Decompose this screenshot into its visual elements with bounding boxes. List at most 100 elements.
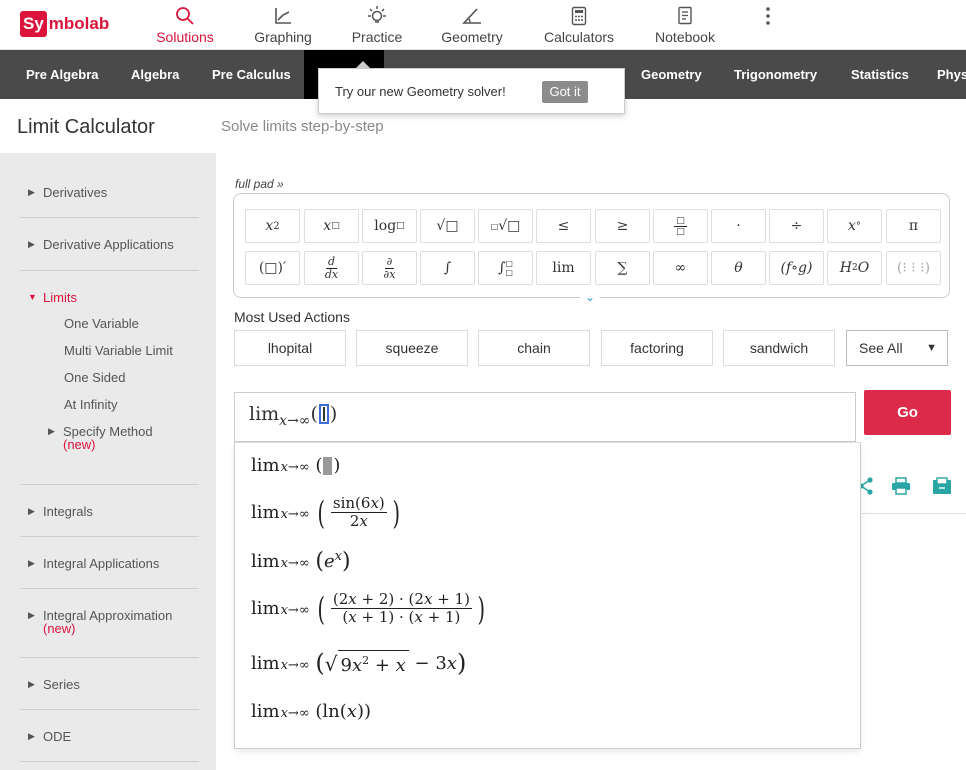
graph-icon: [248, 4, 318, 28]
sidebar-item-series[interactable]: ▶ Series: [28, 677, 80, 692]
caret-down-icon: ▼: [28, 292, 37, 302]
sidebar-subitem-multi-variable[interactable]: Multi Variable Limit: [64, 343, 173, 358]
new-badge: (new): [63, 437, 96, 452]
sidebar-item-integral-approximation[interactable]: ▶ Integral Approximation (new): [28, 608, 172, 636]
sidebar-item-limits[interactable]: ▼ Limits: [28, 290, 77, 305]
subject-statistics[interactable]: Statistics: [851, 50, 909, 99]
caret-right-icon: ▶: [28, 731, 35, 741]
sidebar-item-integrals[interactable]: ▶ Integrals: [28, 504, 93, 519]
nav-geometry[interactable]: Geometry: [436, 4, 508, 45]
sidebar-item-label: Derivatives: [43, 185, 108, 200]
sidebar-divider: [20, 761, 199, 762]
action-lhopital[interactable]: lhopital: [234, 330, 346, 366]
key-definite-integral[interactable]: ∫ □ □: [478, 251, 533, 285]
caret-right-icon: ▶: [48, 426, 55, 436]
chevron-down-icon[interactable]: ⌄: [580, 290, 600, 306]
nav-notebook[interactable]: Notebook: [648, 4, 722, 45]
key-partial[interactable]: ∂ ∂x: [362, 251, 417, 285]
sidebar-divider: [20, 217, 199, 218]
key-lim[interactable]: lim: [536, 251, 591, 285]
key-theta[interactable]: θ: [711, 251, 766, 285]
caret-right-icon: ▶: [28, 610, 35, 620]
nav-graphing[interactable]: Graphing: [248, 4, 318, 45]
full-pad-link[interactable]: full pad »: [235, 177, 284, 191]
suggestion-item[interactable]: lim x→∞ ((2x + 2) · (2x + 1) (x + 1) · (x …: [251, 591, 487, 626]
page-subtitle: Solve limits step-by-step: [221, 118, 384, 135]
action-factoring[interactable]: factoring: [601, 330, 713, 366]
suggestion-item[interactable]: lim x→∞ (√ 9x2 + x − 3 x): [251, 649, 466, 677]
subject-algebra[interactable]: Algebra: [131, 50, 179, 99]
nav-practice[interactable]: Practice: [342, 4, 412, 45]
subject-geometry[interactable]: Geometry: [641, 50, 702, 99]
sidebar-subitem-specify-method[interactable]: ▶ Specify Method (new): [48, 424, 153, 452]
key-power[interactable]: x □: [304, 209, 359, 243]
key-log[interactable]: log □: [362, 209, 417, 243]
caret-right-icon: ▶: [28, 506, 35, 516]
angle-icon: [436, 4, 508, 28]
search-icon: [150, 4, 220, 28]
key-nthroot[interactable]: □ √□: [478, 209, 533, 243]
notebook-icon: [648, 4, 722, 28]
key-integral[interactable]: ∫: [420, 251, 475, 285]
key-pi[interactable]: π: [886, 209, 941, 243]
action-sandwich[interactable]: sandwich: [723, 330, 835, 366]
subject-physics[interactable]: Phys: [937, 50, 966, 99]
key-fraction[interactable]: □ □: [653, 209, 708, 243]
sidebar-item-label: Integrals: [43, 504, 93, 519]
key-divide[interactable]: ÷: [769, 209, 824, 243]
see-all-label: See All: [859, 340, 903, 356]
key-compose[interactable]: (f∘g): [769, 251, 824, 285]
key-derivative[interactable]: d dx: [304, 251, 359, 285]
key-prime[interactable]: (□)′: [245, 251, 300, 285]
subject-trigonometry[interactable]: Trigonometry: [734, 50, 817, 99]
most-used-actions-label: Most Used Actions: [234, 309, 350, 325]
nav-calculators[interactable]: Calculators: [538, 4, 620, 45]
see-all-dropdown[interactable]: See All ▼: [846, 330, 948, 366]
sidebar-subitem-one-sided[interactable]: One Sided: [64, 370, 125, 385]
sidebar-subitem-at-infinity[interactable]: At Infinity: [64, 397, 117, 412]
sidebar-subitem-one-variable[interactable]: One Variable: [64, 316, 139, 331]
suggestion-item[interactable]: lim x→∞ (e x): [251, 549, 351, 574]
tooltip-text: Try our new Geometry solver!: [335, 84, 506, 99]
key-sqrt[interactable]: √□: [420, 209, 475, 243]
symbolab-logo[interactable]: Sy mbolab: [20, 10, 109, 38]
go-button[interactable]: Go: [864, 390, 951, 435]
sidebar-divider: [20, 536, 199, 537]
sidebar-divider: [20, 588, 199, 589]
sidebar-item-derivatives[interactable]: ▶ Derivatives: [28, 185, 107, 200]
caret-right-icon: ▶: [28, 558, 35, 568]
action-chain[interactable]: chain: [478, 330, 590, 366]
suggestion-item[interactable]: lim x→∞ (): [251, 455, 340, 476]
input-expression: limx→∞(): [249, 403, 338, 429]
math-input[interactable]: limx→∞(): [234, 392, 856, 442]
sidebar-item-derivative-applications[interactable]: ▶ Derivative Applications: [28, 237, 174, 252]
sidebar-item-ode[interactable]: ▶ ODE: [28, 729, 71, 744]
key-chemistry[interactable]: H2O: [827, 251, 882, 285]
save-icon[interactable]: [932, 477, 952, 500]
subject-pre-calculus[interactable]: Pre Calculus: [212, 50, 291, 99]
placeholder-box: [323, 456, 333, 475]
key-matrix[interactable]: (⁝ ⁝ ⁝): [886, 251, 941, 285]
nav-solutions[interactable]: Solutions: [150, 4, 220, 45]
key-degree[interactable]: x °: [827, 209, 882, 243]
key-cdot[interactable]: ·: [711, 209, 766, 243]
key-sum[interactable]: ∑: [595, 251, 650, 285]
got-it-button[interactable]: Got it: [542, 81, 588, 103]
more-menu-icon[interactable]: [758, 6, 778, 29]
nav-label: Notebook: [655, 29, 715, 45]
key-square[interactable]: x2: [245, 209, 300, 243]
suggestion-item[interactable]: lim x→∞ (ln(x)): [251, 701, 371, 722]
subject-pre-algebra[interactable]: Pre Algebra: [26, 50, 99, 99]
divider: [862, 513, 966, 514]
key-geq[interactable]: ≥: [595, 209, 650, 243]
logo-box: Sy: [20, 11, 47, 37]
print-icon[interactable]: [891, 477, 911, 500]
key-infinity[interactable]: ∞: [653, 251, 708, 285]
action-squeeze[interactable]: squeeze: [356, 330, 468, 366]
sidebar-divider: [20, 709, 199, 710]
sidebar-item-integral-applications[interactable]: ▶ Integral Applications: [28, 556, 159, 571]
math-keypad: x2 x □ log □ √□ □ √□ ≤ ≥ □ □ · ÷ x ° π (□)′ d…: [233, 193, 950, 306]
logo-text: mbolab: [48, 14, 110, 33]
suggestion-item[interactable]: lim x→∞ (sin(6x) 2x): [251, 495, 402, 530]
key-leq[interactable]: ≤: [536, 209, 591, 243]
